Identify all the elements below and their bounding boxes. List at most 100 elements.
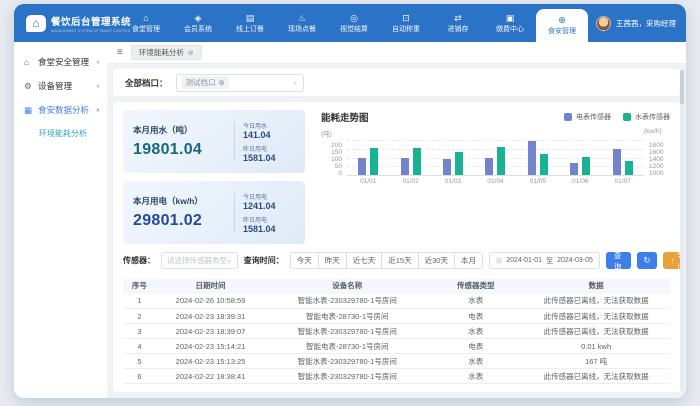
stall-tag: 测试档口 ⊗ xyxy=(182,76,229,89)
collapse-menu-icon[interactable]: ≡ xyxy=(117,47,123,58)
sidebar-item-食堂安全管理[interactable]: ⌂食堂安全管理∨ xyxy=(14,50,107,74)
table-cell: 5 xyxy=(123,354,156,369)
user-box[interactable]: 王茜茜，采购经理 ⋮ xyxy=(590,4,686,42)
bar-group-01/04 xyxy=(485,140,505,175)
bar-电表传感器[interactable] xyxy=(443,159,451,175)
chart-title: 能耗走势图 xyxy=(321,110,369,124)
bar-group-01/05 xyxy=(528,140,548,175)
export-button[interactable]: ↑ 导出 xyxy=(663,252,681,269)
table-header-cell: 日期时间 xyxy=(156,278,265,294)
stat-side-label: 昨日用电 xyxy=(243,144,295,153)
stall-select[interactable]: 测试档口 ⊗ ∨ xyxy=(176,74,304,92)
table-row[interactable]: 12024-02-26 10:58:59智能水表-230329780-1号房间水… xyxy=(123,294,670,309)
stat-side: 今日用电1241.04昨日用电1581.04 xyxy=(243,192,295,234)
y-tick-right: 1800 xyxy=(649,142,663,149)
stat-divider xyxy=(234,193,235,233)
bar-水表传感器[interactable] xyxy=(370,148,378,175)
scrollbar-thumb[interactable] xyxy=(680,70,684,104)
table-cell: 电表 xyxy=(429,339,522,354)
bar-水表传感器[interactable] xyxy=(497,147,505,175)
y-axis-right: (kw/h) 18001600140012001000 xyxy=(644,128,670,175)
search-button[interactable]: 查询 xyxy=(606,252,632,269)
x-axis-labels: 01/0101/0201/0301/0401/0501/0601/07 xyxy=(347,178,644,185)
y-tick-left: 100 xyxy=(331,156,342,163)
user-avatar[interactable] xyxy=(596,16,611,31)
quick-range-近30天[interactable]: 近30天 xyxy=(418,252,455,269)
sensor-type-select[interactable]: 请选择传感器类型 ∨ xyxy=(161,252,238,269)
table-cell: 智能电表-28730-1号房间 xyxy=(265,339,429,354)
stat-cards: 本月用水（吨）19801.04今日用水141.04昨日用电1581.04本月用电… xyxy=(123,110,305,244)
table-cell: 2024-02-22 18:38:41 xyxy=(156,369,265,384)
chevron-down-icon: ∨ xyxy=(293,79,298,85)
tab-env-energy[interactable]: 环境能耗分析 ⊗ xyxy=(131,45,202,60)
bar-电表传感器[interactable] xyxy=(401,158,409,176)
nav-item-缴费中心[interactable]: ▣缴费中心 xyxy=(484,4,536,42)
quick-range-group: 今天昨天近七天近15天近30天本月 xyxy=(290,252,483,269)
sidebar-item-设备管理[interactable]: ⚙设备管理∨ xyxy=(14,74,107,98)
nav-item-会员系统[interactable]: ◈会员系统 xyxy=(172,4,224,42)
nav-icon: ♨ xyxy=(298,13,306,23)
quick-range-近七天[interactable]: 近七天 xyxy=(346,252,383,269)
nav-item-食安管理[interactable]: ⊕食安管理 xyxy=(536,9,588,42)
energy-trend-chart: 能耗走势图 电表传感器水表传感器 (吨) 200150100500 xyxy=(305,110,670,244)
bar-group-01/07 xyxy=(613,140,633,175)
nav-label: 线上订餐 xyxy=(236,24,264,34)
quick-range-今天[interactable]: 今天 xyxy=(290,252,319,269)
quick-range-本月[interactable]: 本月 xyxy=(454,252,483,269)
bar-电表传感器[interactable] xyxy=(358,158,366,176)
bar-电表传感器[interactable] xyxy=(528,141,536,175)
legend-swatch xyxy=(623,113,631,121)
tab-label: 环境能耗分析 xyxy=(139,47,184,58)
date-range-picker[interactable]: ⊞ 2024-01-01 至 2024-03-05 xyxy=(489,252,600,269)
stat-side-pair: 昨日用电1581.04 xyxy=(243,144,295,163)
bar-group-01/01 xyxy=(358,140,378,175)
table-row[interactable]: 42024-02-23 15:14:21智能电表-28730-1号房间电表0.0… xyxy=(123,339,670,354)
nav-item-食堂管理[interactable]: ⌂食堂管理 xyxy=(120,4,172,42)
refresh-button[interactable]: ↻ xyxy=(637,252,656,269)
nav-item-现场点餐[interactable]: ♨现场点餐 xyxy=(276,4,328,42)
table-cell: 2024-02-23 18:39:07 xyxy=(156,324,265,339)
bar-水表传感器[interactable] xyxy=(413,148,421,175)
table-cell: 此传感器已离线，无法获取数据 xyxy=(522,324,670,339)
tab-close-icon[interactable]: ⊗ xyxy=(188,49,194,57)
table-cell: 3 xyxy=(123,324,156,339)
table-row[interactable]: 32024-02-23 18:39:07智能水表-230329780-1号房间水… xyxy=(123,324,670,339)
legend-item-水表传感器: 水表传感器 xyxy=(623,112,670,122)
stat-side-value: 1241.04 xyxy=(243,201,295,211)
dashboard-card: 本月用水（吨）19801.04今日用水141.04昨日用电1581.04本月用电… xyxy=(113,102,680,392)
bar-水表传感器[interactable] xyxy=(625,161,633,175)
bar-group-01/02 xyxy=(401,140,421,175)
nav-icon: ▣ xyxy=(506,13,515,23)
bar-电表传感器[interactable] xyxy=(485,158,493,175)
bar-电表传感器[interactable] xyxy=(570,163,578,175)
sidebar-item-食安数据分析[interactable]: ▦食安数据分析∧ xyxy=(14,98,107,122)
date-separator: 至 xyxy=(546,256,553,266)
nav-item-线上订餐[interactable]: ▤线上订餐 xyxy=(224,4,276,42)
sidebar-item-icon: ⚙ xyxy=(24,81,34,92)
query-toolbar: 传感器： 请选择传感器类型 ∨ 查询时间： 今天昨天近七天近15天近30天本月 … xyxy=(123,250,670,271)
nav-item-进销存[interactable]: ⇄进销存 xyxy=(432,4,484,42)
kebab-menu-icon[interactable]: ⋮ xyxy=(681,18,686,29)
table-cell: 智能水表-230329780-1号房间 xyxy=(265,354,429,369)
scrollbar[interactable] xyxy=(680,70,684,390)
bar-电表传感器[interactable] xyxy=(613,149,621,175)
bar-水表传感器[interactable] xyxy=(582,157,590,175)
table-row[interactable]: 52024-02-23 15:13:25智能水表-230329780-1号房间水… xyxy=(123,354,670,369)
table-cell: 0.01 kwh xyxy=(522,339,670,354)
table-cell: 1 xyxy=(123,294,156,309)
nav-item-视觉结算[interactable]: ◎视觉结算 xyxy=(328,4,380,42)
upload-icon: ↑ xyxy=(671,256,675,265)
sensor-data-table: 序号日期时间设备名称传感器类型数据 12024-02-26 10:58:59智能… xyxy=(123,278,670,385)
table-row[interactable]: 62024-02-22 18:38:41智能水表-230329780-1号房间水… xyxy=(123,369,670,384)
nav-icon: ◎ xyxy=(350,13,358,23)
sidebar-subitem-环境能耗分析[interactable]: 环境能耗分析 xyxy=(14,122,107,144)
bar-水表传感器[interactable] xyxy=(540,154,548,175)
quick-range-近15天[interactable]: 近15天 xyxy=(381,252,418,269)
stall-tag-close-icon[interactable]: ⊗ xyxy=(219,78,225,87)
quick-range-昨天[interactable]: 昨天 xyxy=(318,252,347,269)
bar-水表传感器[interactable] xyxy=(455,152,463,175)
nav-label: 缴费中心 xyxy=(496,24,524,34)
nav-item-自动称重[interactable]: ⊡自动称重 xyxy=(380,4,432,42)
table-row[interactable]: 22024-02-23 18:39:31智能电表-28730-1号房间电表此传感… xyxy=(123,309,670,324)
date-start: 2024-01-01 xyxy=(506,257,542,264)
